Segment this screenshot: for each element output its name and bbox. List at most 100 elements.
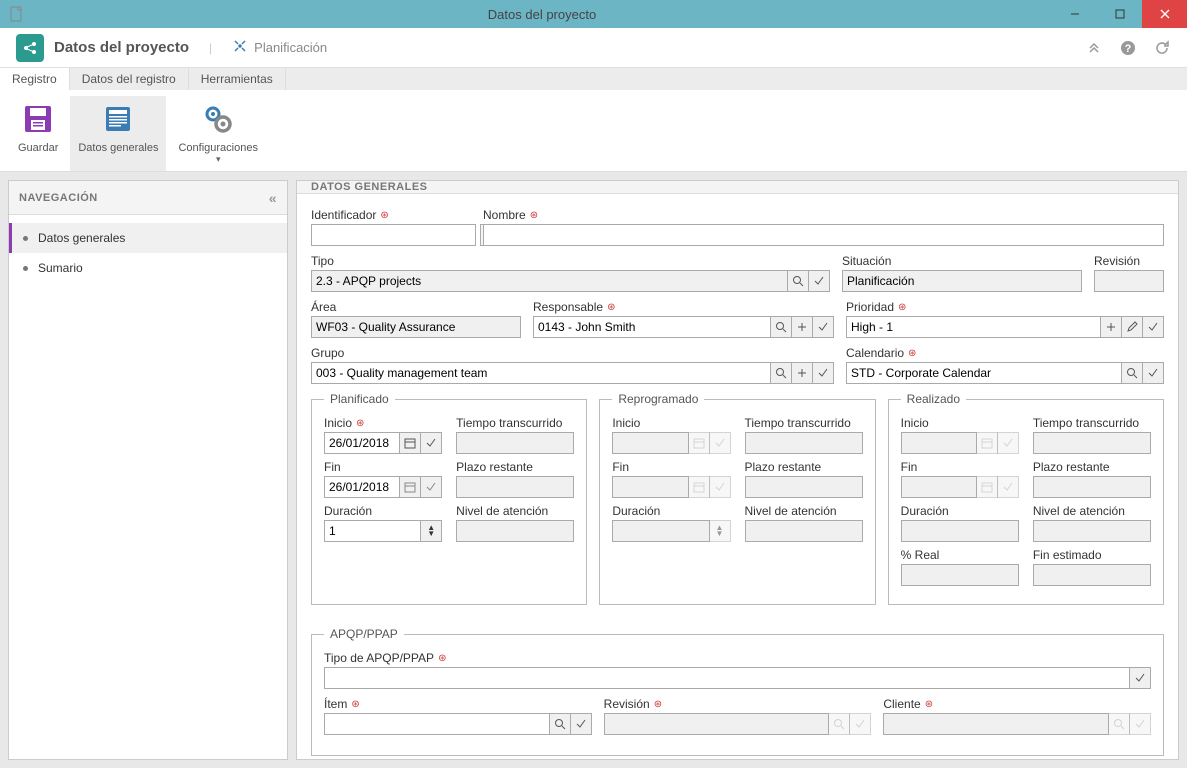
- add-icon-btn[interactable]: [1100, 316, 1122, 338]
- tipo-apqp-select[interactable]: [324, 667, 1130, 689]
- header-bar: Datos del proyecto | Planificación ?: [0, 28, 1187, 68]
- nav-heading: NAVEGACIÓN «: [9, 181, 287, 215]
- search-icon-btn[interactable]: [549, 713, 571, 735]
- clear-icon-btn[interactable]: [1129, 667, 1151, 689]
- tab-herramientas[interactable]: Herramientas: [189, 68, 286, 90]
- cliente-label: Cliente⊛: [883, 697, 1151, 711]
- ribbon: Guardar Datos generales Configuraciones …: [0, 90, 1187, 172]
- reprogramado-plazo-input: [745, 476, 863, 498]
- ribbon-configuraciones[interactable]: Configuraciones ▾: [170, 96, 266, 171]
- spinner-icon-btn[interactable]: ▲▼: [420, 520, 442, 542]
- clear-icon-btn: [709, 432, 731, 454]
- clear-icon-btn[interactable]: [1142, 316, 1164, 338]
- calendario-input[interactable]: [846, 362, 1122, 384]
- reprogramado-duracion-input: [612, 520, 709, 542]
- reprogramado-nivel-input: [745, 520, 863, 542]
- clear-icon-btn[interactable]: [570, 713, 592, 735]
- fieldset-apqp: APQP/PPAP Tipo de APQP/PPAP⊛ Ítem⊛: [311, 627, 1164, 756]
- planificado-tiempo-input: [456, 432, 574, 454]
- search-icon-btn[interactable]: [787, 270, 809, 292]
- help-icon[interactable]: ?: [1119, 39, 1137, 57]
- situacion-label: Situación: [842, 254, 1082, 268]
- reprogramado-fin-input: [612, 476, 688, 498]
- realizado-real-input: [901, 564, 1019, 586]
- area-label: Área: [311, 300, 521, 314]
- clear-icon-btn[interactable]: [812, 316, 834, 338]
- nav-item-sumario[interactable]: Sumario: [9, 253, 287, 283]
- reprogramado-legend: Reprogramado: [612, 392, 704, 406]
- revision-label: Revisión: [1094, 254, 1164, 268]
- realizado-nivel-input: [1033, 520, 1151, 542]
- planificado-fin-input[interactable]: [324, 476, 400, 498]
- clear-icon-btn: [1129, 713, 1151, 735]
- planificado-legend: Planificado: [324, 392, 395, 406]
- fin-label: Fin: [901, 460, 1019, 474]
- ribbon-datos-label: Datos generales: [78, 142, 158, 154]
- revision-input: [1094, 270, 1164, 292]
- refresh-icon[interactable]: [1153, 39, 1171, 57]
- reprogramado-inicio-input: [612, 432, 688, 454]
- tab-datos-registro[interactable]: Datos del registro: [70, 68, 189, 90]
- fin-est-label: Fin estimado: [1033, 548, 1151, 562]
- maximize-button[interactable]: [1097, 0, 1142, 28]
- nav-item-datos-generales[interactable]: Datos generales: [9, 223, 287, 253]
- nombre-label: Nombre⊛: [483, 208, 1164, 222]
- cliente-input: [883, 713, 1109, 735]
- identificador-input[interactable]: [311, 224, 476, 246]
- plazo-label: Plazo restante: [456, 460, 574, 474]
- ribbon-config-label: Configuraciones: [178, 142, 258, 154]
- close-button[interactable]: [1142, 0, 1187, 28]
- search-icon-btn[interactable]: [770, 362, 792, 384]
- add-icon-btn[interactable]: [791, 362, 813, 384]
- add-icon-btn[interactable]: [791, 316, 813, 338]
- collapse-icon[interactable]: [1085, 39, 1103, 57]
- apqp-revision-label: Revisión⊛: [604, 697, 872, 711]
- inicio-label: Inicio: [901, 416, 1019, 430]
- document-icon: [8, 6, 24, 22]
- nivel-label: Nivel de atención: [745, 504, 863, 518]
- responsable-input[interactable]: [533, 316, 771, 338]
- edit-icon-btn[interactable]: [1121, 316, 1143, 338]
- clear-icon-btn: [849, 713, 871, 735]
- form-icon: [99, 100, 137, 138]
- search-icon-btn[interactable]: [1121, 362, 1143, 384]
- minimize-button[interactable]: [1052, 0, 1097, 28]
- ribbon-guardar[interactable]: Guardar: [10, 96, 66, 171]
- ribbon-datos-generales[interactable]: Datos generales: [70, 96, 166, 171]
- search-icon-btn[interactable]: [770, 316, 792, 338]
- realizado-plazo-input: [1033, 476, 1151, 498]
- clear-icon-btn[interactable]: [1142, 362, 1164, 384]
- header-subtitle: Planificación: [254, 40, 327, 55]
- nombre-input[interactable]: [483, 224, 1164, 246]
- clear-icon-btn[interactable]: [420, 476, 442, 498]
- tipo-label: Tipo: [311, 254, 830, 268]
- clear-icon-btn[interactable]: [812, 362, 834, 384]
- inicio-label: Inicio⊛: [324, 416, 442, 430]
- fin-label: Fin: [612, 460, 730, 474]
- calendar-icon-btn[interactable]: [399, 432, 421, 454]
- planificado-inicio-input[interactable]: [324, 432, 400, 454]
- header-title: Datos del proyecto: [54, 39, 189, 56]
- gear-icon: [199, 100, 237, 138]
- item-input[interactable]: [324, 713, 550, 735]
- duracion-label: Duración: [612, 504, 730, 518]
- nav-item-label: Datos generales: [38, 231, 125, 245]
- save-icon: [19, 100, 57, 138]
- clear-icon-btn: [997, 476, 1019, 498]
- nav-collapse-icon[interactable]: «: [269, 190, 277, 206]
- duracion-label: Duración: [324, 504, 442, 518]
- prioridad-select[interactable]: High - 1: [846, 316, 1101, 338]
- clear-icon-btn: [709, 476, 731, 498]
- clear-icon-btn[interactable]: [808, 270, 830, 292]
- grupo-input[interactable]: [311, 362, 771, 384]
- realizado-tiempo-input: [1033, 432, 1151, 454]
- tab-registro[interactable]: Registro: [0, 68, 70, 90]
- nav-panel: NAVEGACIÓN « Datos generales Sumario: [8, 180, 288, 760]
- planificado-duracion-input[interactable]: [324, 520, 421, 542]
- fieldset-realizado: Realizado Inicio Ti: [888, 392, 1164, 605]
- calendar-icon-btn[interactable]: [399, 476, 421, 498]
- clear-icon-btn[interactable]: [420, 432, 442, 454]
- prioridad-label: Prioridad⊛: [846, 300, 1164, 314]
- menu-tabs: Registro Datos del registro Herramientas: [0, 68, 1187, 90]
- fieldset-planificado: Planificado Inicio⊛: [311, 392, 587, 605]
